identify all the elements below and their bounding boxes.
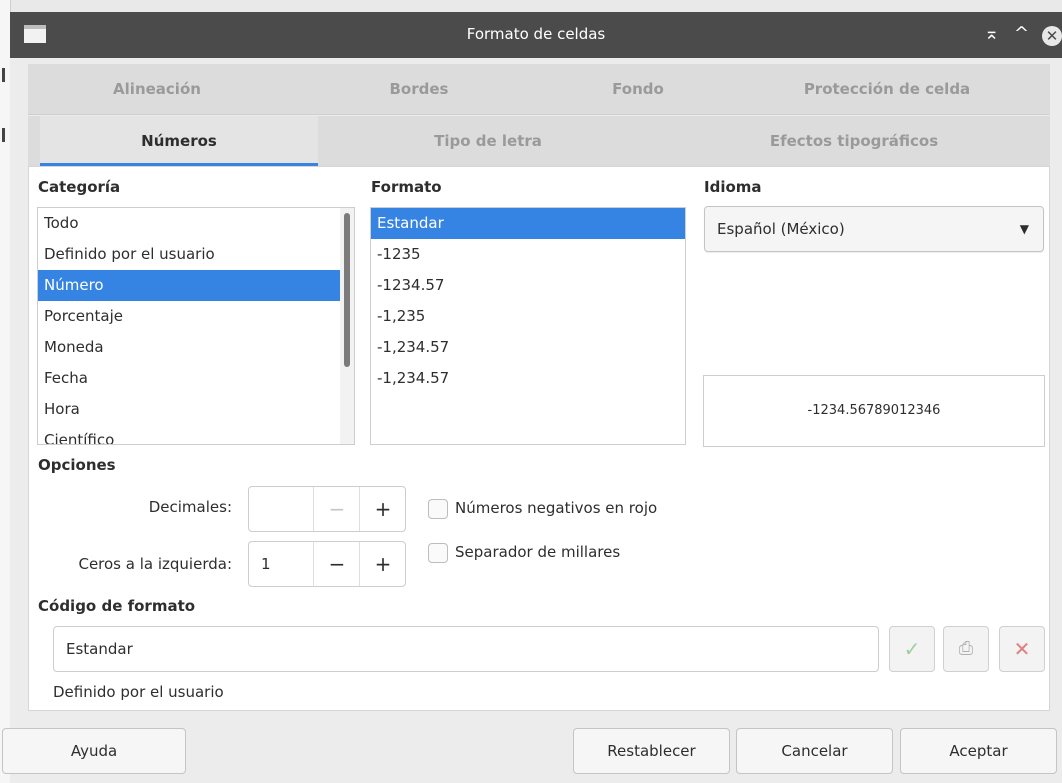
tab-bordes[interactable]: Bordes [286,64,552,114]
checkbox-box[interactable] [428,499,448,519]
format-label: Formato [371,178,442,196]
format-code-description: Definido por el usuario [53,683,224,701]
ok-button[interactable]: Aceptar [900,728,1057,774]
decimals-decrement-button[interactable]: − [313,487,360,531]
leading-zeros-decrement-button[interactable]: − [313,542,360,586]
category-scrollbar[interactable] [340,208,354,444]
options-label: Opciones [38,456,116,474]
leading-zeros-label: Ceros a la izquierda: [78,555,232,573]
checkmark-icon[interactable]: ✓ [889,626,935,672]
leading-zeros-spinner[interactable]: 1 − + [248,541,406,587]
title-bar: Formato de celdas ⌅ ^ ✕ [10,12,1062,58]
tab-alineacion[interactable]: Alineación [28,64,286,114]
list-item[interactable]: -1,234.57 [371,332,685,363]
list-item[interactable]: Definido por el usuario [38,239,354,270]
list-item[interactable]: Todo [38,208,354,239]
format-preview: -1234.56789012346 [703,375,1045,447]
checkbox-box[interactable] [428,543,448,563]
list-item[interactable]: Hora [38,394,354,425]
reset-button[interactable]: Restablecer [573,728,730,774]
list-item[interactable]: -1,234.57 [371,363,685,394]
decimals-label: Decimales: [148,498,232,516]
list-item[interactable]: Fecha [38,363,354,394]
category-label: Categoría [38,178,121,196]
negative-red-label: Números negativos en rojo [455,499,658,517]
list-item[interactable]: Científico [38,425,354,444]
tab-numeros-label: Números [141,132,217,150]
tab-proteccion-celda[interactable]: Protección de celda [724,64,1050,114]
list-item-selected[interactable]: Número [38,270,354,301]
dialog-title: Formato de celdas [466,25,606,43]
sheet-mark [2,68,5,82]
scrollbar-thumb[interactable] [344,213,350,367]
category-list[interactable]: Todo Definido por el usuario Número Porc… [37,207,355,445]
negative-red-checkbox[interactable]: Números negativos en rojo [428,499,698,523]
decimals-spinner[interactable]: − + [248,486,406,532]
language-label: Idioma [704,178,762,196]
chevron-down-icon: ▼ [1019,222,1029,236]
thousands-separator-checkbox[interactable]: Separador de millares [428,543,658,567]
shade-icon[interactable]: ⌅ [984,22,999,46]
list-item[interactable]: Porcentaje [38,301,354,332]
tab-row-top: Alineación Bordes Fondo Protección de ce… [28,64,1050,115]
comment-icon[interactable]: ⎙ [943,626,989,672]
close-icon[interactable]: ✕ [1042,26,1062,46]
help-button[interactable]: Ayuda [2,728,186,774]
cancel-button[interactable]: Cancelar [736,728,893,774]
list-item[interactable]: -1234.57 [371,270,685,301]
format-list[interactable]: Estandar -1235 -1234.57 -1,235 -1,234.57… [370,207,686,445]
thousands-separator-label: Separador de millares [455,543,621,561]
format-code-input[interactable]: Estandar [53,626,879,672]
format-code-label: Código de formato [38,597,196,615]
list-item-selected[interactable]: Estandar [371,208,685,239]
language-dropdown[interactable]: Español (México) ▼ [704,206,1044,252]
language-value: Español (México) [717,220,845,238]
leading-zeros-increment-button[interactable]: + [359,542,406,586]
list-item[interactable]: Moneda [38,332,354,363]
delete-x-icon[interactable]: ✕ [999,626,1045,672]
tab-row-bottom: Números Tipo de letra Efectos tipográfic… [28,116,1050,166]
tab-efectos-tipograficos[interactable]: Efectos tipográficos [658,116,1050,166]
tab-fondo[interactable]: Fondo [552,64,724,114]
sheet-mark [2,128,5,142]
decimals-increment-button[interactable]: + [359,487,406,531]
tab-tipo-letra[interactable]: Tipo de letra [318,116,658,166]
maximize-icon[interactable]: ^ [1014,22,1029,46]
leading-zeros-input[interactable]: 1 [261,542,271,586]
list-item[interactable]: -1235 [371,239,685,270]
format-cells-dialog: Formato de celdas ⌅ ^ ✕ Alineación Borde… [2,12,1062,783]
list-item[interactable]: -1,235 [371,301,685,332]
tab-numeros[interactable]: Números [40,116,318,166]
